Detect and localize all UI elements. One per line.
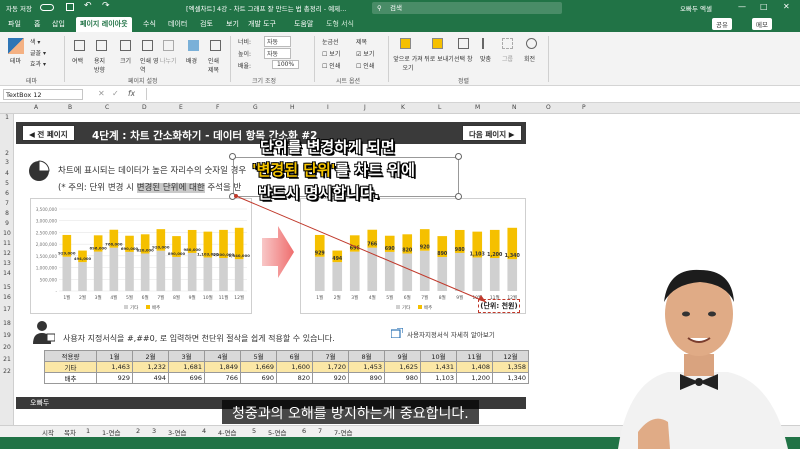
table-cell[interactable]: 890 <box>348 372 385 384</box>
sheet-tab[interactable]: 6 <box>302 427 306 435</box>
table-cell[interactable]: 820 <box>276 372 313 384</box>
table-cell[interactable]: 1,358 <box>492 361 529 373</box>
video-subtitle: 청중과의 오해를 방지하는게 중요합니다. <box>222 400 479 424</box>
sheet-tab[interactable]: 1-연습 <box>102 427 120 437</box>
table-cell[interactable]: 1,600 <box>276 361 313 373</box>
table-header-cell[interactable]: 9월 <box>384 350 421 362</box>
table-cell[interactable]: 1,849 <box>204 361 241 373</box>
sheet-tab[interactable]: 2 <box>136 427 140 435</box>
table-row-label[interactable]: 배추 <box>44 372 97 384</box>
table-cell[interactable]: 1,453 <box>348 361 385 373</box>
unit-label: (단위: 천원) <box>478 299 520 313</box>
table-cell[interactable]: 920 <box>312 372 349 384</box>
external-link-icon[interactable] <box>391 328 403 338</box>
overlay-caption: 단위를 변경하게 되면 '변경된 단위'를 차트 위에 반드시 명시합니다. <box>252 136 415 203</box>
table-row: 배추 929 494 696 766 690 820 920 890 980 1,103 1,200 1… <box>44 372 529 384</box>
table-cell[interactable]: 1,681 <box>168 361 205 373</box>
sheet-tab[interactable]: 시작 <box>42 427 54 437</box>
table-header-cell[interactable]: 10월 <box>420 350 457 362</box>
sheet-tab[interactable]: 5 <box>252 427 256 435</box>
table-cell[interactable]: 1,431 <box>420 361 457 373</box>
sheet-tab[interactable]: 7-연습 <box>334 427 352 437</box>
sheet-tab[interactable]: 4-연습 <box>218 427 236 437</box>
sheet-tab[interactable]: 5-연습 <box>268 427 286 437</box>
sheet-tab[interactable]: 4 <box>202 427 206 435</box>
table-header-cell[interactable]: 7월 <box>312 350 349 362</box>
table-header-cell[interactable]: 8월 <box>348 350 385 362</box>
overlay-line-2-rest: 를 차트 위에 <box>335 161 415 179</box>
overlay-line-2: '변경된 단위'를 차트 위에 <box>252 159 415 180</box>
table-header-cell[interactable]: 6월 <box>276 350 313 362</box>
overlay-line-3: 반드시 명시합니다. <box>258 184 380 202</box>
table-header-row: 적용량 1월 2월 3월 4월 5월 6월 7월 8월 9월 10월 11월 12월 <box>44 350 529 362</box>
table-header-cell[interactable]: 11월 <box>456 350 493 362</box>
table-cell[interactable]: 766 <box>204 372 241 384</box>
table-cell[interactable]: 1,669 <box>240 361 277 373</box>
sheet-tab[interactable]: 3-연습 <box>168 427 186 437</box>
table-cell[interactable]: 1,103 <box>420 372 457 384</box>
table-cell[interactable]: 696 <box>168 372 205 384</box>
table-cell[interactable]: 1,200 <box>456 372 493 384</box>
table-cell[interactable]: 1,625 <box>384 361 421 373</box>
table-cell[interactable]: 1,408 <box>456 361 493 373</box>
table-row-label[interactable]: 기타 <box>44 361 97 373</box>
overlay-highlight: '변경된 단위' <box>252 161 336 179</box>
presenter-video <box>618 269 788 449</box>
overlay-line-1: 단위를 변경하게 되면 <box>260 138 395 156</box>
table-cell[interactable]: 690 <box>240 372 277 384</box>
sheet-tab[interactable]: 1 <box>86 427 90 435</box>
table-cell[interactable]: 1,463 <box>96 361 133 373</box>
table-row: 기타 1,463 1,232 1,681 1,849 1,669 1,600 1,720 1,4… <box>44 361 529 373</box>
footer-logo-text: 오빠두 <box>30 399 50 407</box>
custom-format-link[interactable]: 사용자지정서식 자세히 알아보기 <box>407 329 495 339</box>
table-header-cell[interactable]: 1월 <box>96 350 133 362</box>
table-header-cell[interactable]: 5월 <box>240 350 277 362</box>
sheet-tab[interactable]: 7 <box>318 427 322 435</box>
table-header-cell[interactable]: 4월 <box>204 350 241 362</box>
table-header-cell[interactable]: 2월 <box>132 350 169 362</box>
table-cell[interactable]: 1,340 <box>492 372 529 384</box>
table-cell[interactable]: 929 <box>96 372 133 384</box>
body-line-3: 사용자 지정서식을 #,##0, 로 입력하면 천단위 절삭을 쉽게 적용할 수… <box>63 334 335 343</box>
sheet-tab[interactable]: 3 <box>152 427 156 435</box>
table-cell[interactable]: 1,720 <box>312 361 349 373</box>
table-header-cell[interactable]: 12월 <box>492 350 529 362</box>
data-table: 적용량 1월 2월 3월 4월 5월 6월 7월 8월 9월 10월 11월 12월 기타 1,463 1,2… <box>44 350 529 384</box>
table-cell[interactable]: 1,232 <box>132 361 169 373</box>
sheet-tab[interactable]: 목차 <box>64 427 76 437</box>
table-header-cell[interactable]: 적용량 <box>44 350 97 362</box>
presenter-icon <box>33 321 55 344</box>
table-cell[interactable]: 980 <box>384 372 421 384</box>
table-cell[interactable]: 494 <box>132 372 169 384</box>
table-header-cell[interactable]: 3월 <box>168 350 205 362</box>
